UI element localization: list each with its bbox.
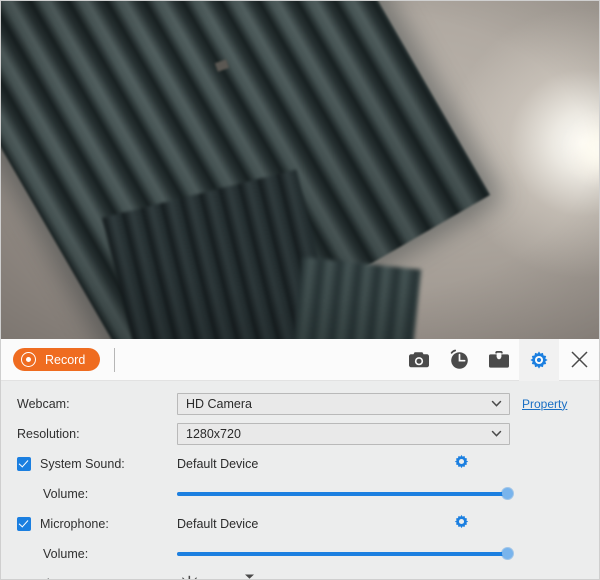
resolution-label: Resolution: xyxy=(17,426,80,441)
system-sound-volume-label: Volume: xyxy=(43,486,89,501)
chevron-down-icon xyxy=(490,427,503,440)
resolution-row: Resolution: 1280x720 xyxy=(1,421,599,446)
webcam-property-link[interactable]: Property xyxy=(522,397,567,411)
microphone-checkbox[interactable] xyxy=(17,516,31,531)
flip-horizontal-button[interactable] xyxy=(181,574,198,579)
microphone-label-group: Microphone: xyxy=(17,516,177,531)
rotation-buttons xyxy=(177,573,257,580)
system-sound-volume-row: Volume: xyxy=(1,481,599,506)
microphone-device: Default Device xyxy=(177,516,259,531)
system-sound-settings-gear-icon[interactable] xyxy=(453,453,470,475)
webcam-label: Webcam: xyxy=(17,396,70,411)
snapshot-button[interactable] xyxy=(399,339,439,381)
microphone-volume-row: Volume: xyxy=(1,541,599,566)
toolbar-divider xyxy=(114,347,116,372)
system-sound-volume-slider[interactable] xyxy=(177,487,513,501)
toolbox-icon xyxy=(488,350,510,369)
resolution-select[interactable]: 1280x720 xyxy=(177,422,510,445)
settings-panel: Webcam: HD Camera Property Resolution: 1… xyxy=(1,381,599,580)
microphone-volume-slider[interactable] xyxy=(177,547,513,561)
settings-button[interactable] xyxy=(519,338,559,381)
webcam-select-value: HD Camera xyxy=(186,396,252,411)
slider-thumb[interactable] xyxy=(502,548,513,559)
record-button[interactable]: Record xyxy=(13,348,101,371)
slider-fill xyxy=(177,551,507,556)
preview-vignette xyxy=(1,1,599,339)
flip-vertical-icon xyxy=(242,574,257,580)
webcam-recorder-window: Record Webcam: HD Camera Property Resolu… xyxy=(0,0,600,580)
clock-icon xyxy=(449,349,470,370)
microphone-volume-label: Volume: xyxy=(43,546,89,561)
slider-fill xyxy=(177,491,507,496)
rotation-row: Rotation: xyxy=(1,571,599,580)
record-button-label: Record xyxy=(45,352,86,367)
webcam-live-preview[interactable] xyxy=(1,1,599,339)
main-toolbar: Record xyxy=(1,338,599,381)
system-sound-label-group: System Sound: xyxy=(17,456,177,471)
flip-horizontal-icon xyxy=(181,575,198,579)
system-sound-label: System Sound: xyxy=(40,456,125,471)
webcam-row: Webcam: HD Camera Property xyxy=(1,391,599,416)
microphone-row: Microphone: Default Device xyxy=(1,511,599,536)
rotation-label: Rotation: xyxy=(17,577,177,580)
slider-thumb[interactable] xyxy=(502,488,513,499)
chevron-down-icon xyxy=(490,397,503,410)
webcam-select[interactable]: HD Camera xyxy=(177,392,510,415)
scheduler-button[interactable] xyxy=(439,339,479,381)
system-sound-checkbox[interactable] xyxy=(17,456,31,471)
toolbox-button[interactable] xyxy=(479,339,519,381)
microphone-label: Microphone: xyxy=(40,516,109,531)
system-sound-row: System Sound: Default Device xyxy=(1,451,599,476)
microphone-settings-gear-icon[interactable] xyxy=(453,513,470,535)
gear-icon xyxy=(528,349,550,371)
close-button[interactable] xyxy=(559,339,599,381)
record-dot-icon xyxy=(21,352,36,367)
close-x-icon xyxy=(569,349,590,370)
flip-vertical-button[interactable] xyxy=(242,573,257,580)
camera-icon xyxy=(408,350,430,370)
system-sound-device: Default Device xyxy=(177,456,259,471)
resolution-select-value: 1280x720 xyxy=(186,426,241,441)
